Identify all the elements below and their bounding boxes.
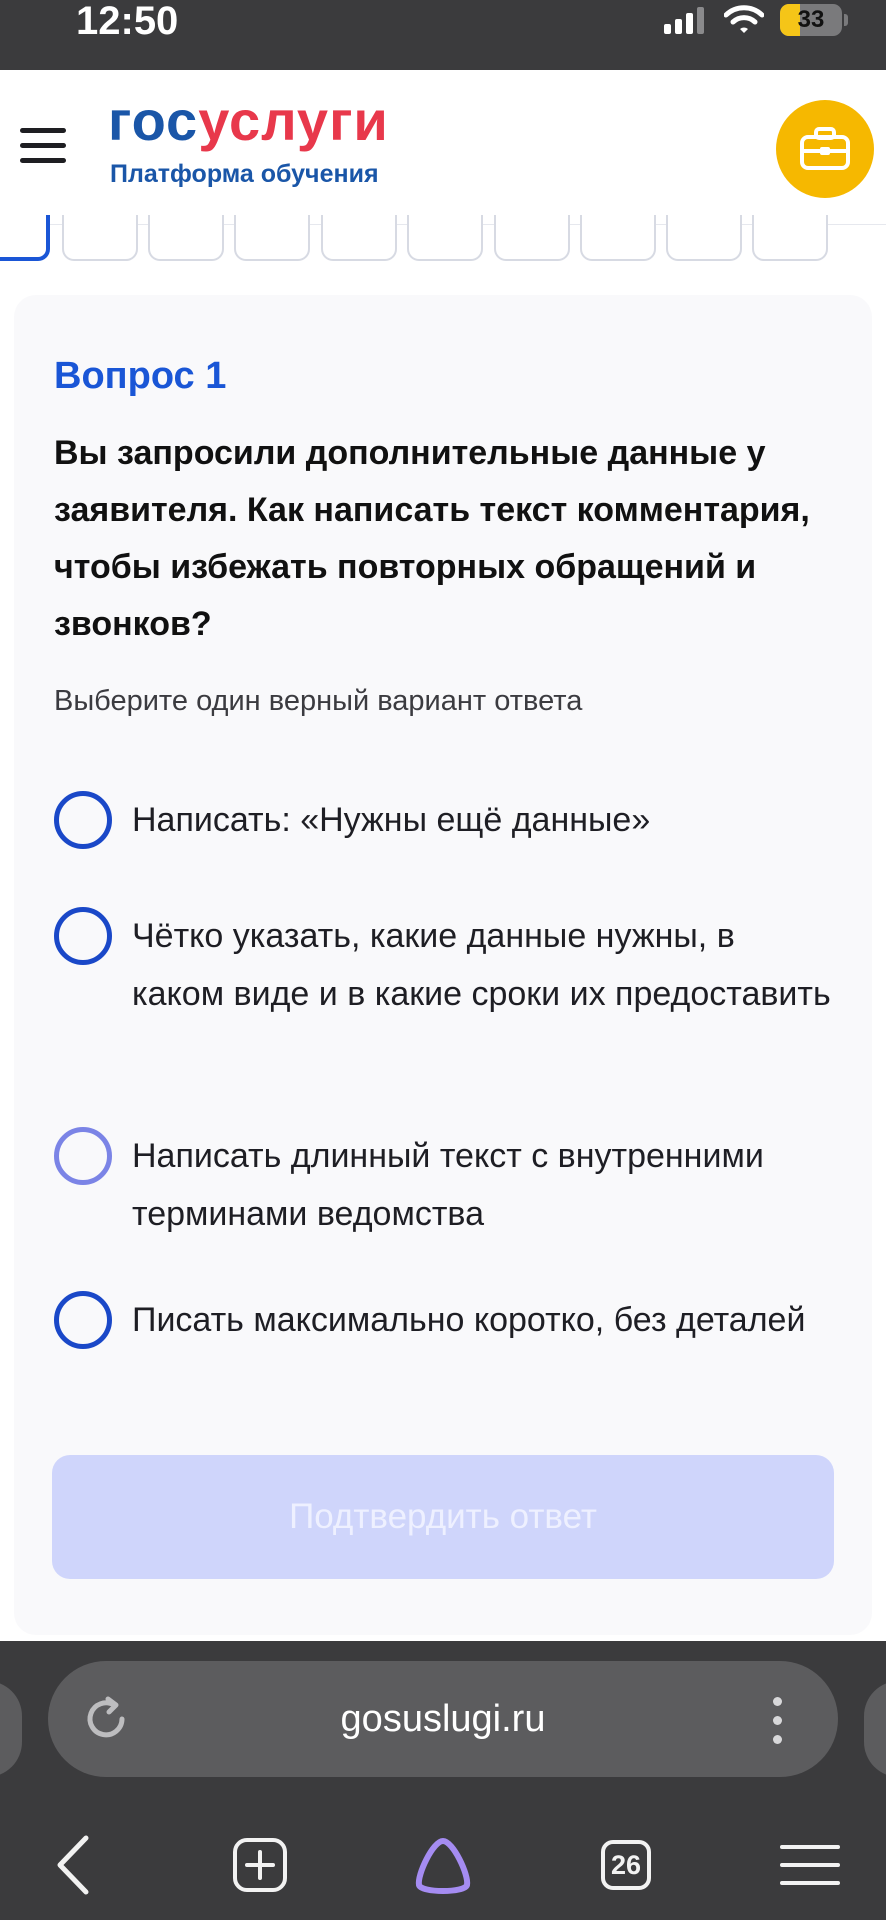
- new-tab-icon: [233, 1838, 287, 1892]
- answer-option-label: Писать максимально коротко, без деталей: [132, 1301, 806, 1339]
- page-root: 12:50 33 госуслуги Платформа обучения Во…: [0, 0, 886, 1920]
- next-tab-peek[interactable]: [864, 1681, 886, 1777]
- progress-step[interactable]: [321, 215, 397, 261]
- battery-tip: [844, 14, 848, 26]
- answer-option-label: Чётко указать, какие данные нужны, в как…: [132, 917, 831, 1013]
- status-icons: 33: [664, 4, 848, 36]
- answer-option-2[interactable]: Чётко указать, какие данные нужны, в как…: [54, 907, 844, 1023]
- reload-icon[interactable]: [78, 1691, 134, 1747]
- progress-step[interactable]: [407, 215, 483, 261]
- tab-count: 26: [610, 1849, 642, 1880]
- wifi-icon: [724, 5, 764, 33]
- radio-button[interactable]: [54, 1291, 112, 1349]
- question-card: Вопрос 1 Вы запросили дополнительные дан…: [14, 295, 872, 1635]
- content-area: Вопрос 1 Вы запросили дополнительные дан…: [0, 261, 886, 1641]
- alice-button[interactable]: [403, 1825, 483, 1905]
- address-bar[interactable]: gosuslugi.ru: [48, 1661, 838, 1777]
- more-vertical-icon[interactable]: [770, 1697, 784, 1745]
- battery-body: 33: [780, 4, 842, 36]
- alice-assistant-icon: [415, 1838, 471, 1894]
- battery-icon: 33: [780, 4, 848, 36]
- briefcase-button[interactable]: [776, 100, 874, 198]
- answer-option-4[interactable]: Писать максимально коротко, без деталей: [54, 1291, 844, 1349]
- radio-button[interactable]: [54, 791, 112, 849]
- battery-level: 33: [797, 6, 825, 33]
- browser-menu-button[interactable]: [770, 1825, 850, 1905]
- question-text: Вы запросили дополнительные данные у зая…: [54, 434, 810, 643]
- logo-part-uslugi: услуги: [198, 89, 389, 152]
- menu-icon: [780, 1845, 840, 1885]
- gosuslugi-logo[interactable]: госуслуги Платформа обучения: [108, 92, 389, 189]
- question-hint: Выберите один верный вариант ответа: [54, 685, 583, 717]
- back-arrow-icon: [57, 1835, 89, 1895]
- status-bar: 12:50 33: [0, 0, 886, 70]
- status-time: 12:50: [76, 0, 179, 43]
- tabs-icon: 26: [601, 1840, 651, 1890]
- url-text[interactable]: gosuslugi.ru: [48, 1661, 838, 1777]
- progress-step[interactable]: [494, 215, 570, 261]
- site-header: госуслуги Платформа обучения: [0, 70, 886, 225]
- cellular-signal-icon: [664, 7, 704, 34]
- answer-option-3[interactable]: Написать длинный текст с внутренними тер…: [54, 1127, 844, 1243]
- logo-part-gos: гос: [108, 89, 199, 152]
- previous-tab-peek[interactable]: [0, 1681, 22, 1777]
- progress-step[interactable]: [148, 215, 224, 261]
- new-tab-button[interactable]: [220, 1825, 300, 1905]
- logo-subtitle: Платформа обучения: [110, 160, 379, 188]
- radio-button[interactable]: [54, 907, 112, 965]
- hamburger-menu-icon[interactable]: [20, 128, 66, 168]
- browser-nav-row: 26: [0, 1817, 886, 1909]
- progress-step[interactable]: [62, 215, 138, 261]
- answer-option-1[interactable]: Написать: «Нужны ещё данные»: [54, 791, 844, 849]
- progress-step[interactable]: [752, 215, 828, 261]
- progress-step[interactable]: [666, 215, 742, 261]
- briefcase-icon: [800, 127, 850, 170]
- question-progress: [0, 215, 886, 261]
- answer-option-label: Написать длинный текст с внутренними тер…: [132, 1137, 764, 1233]
- confirm-answer-button[interactable]: Подтвердить ответ: [52, 1455, 834, 1579]
- tabs-button[interactable]: 26: [586, 1825, 666, 1905]
- progress-step[interactable]: [234, 215, 310, 261]
- question-number: Вопрос 1: [54, 355, 227, 397]
- progress-step-current[interactable]: [0, 215, 50, 261]
- progress-step[interactable]: [580, 215, 656, 261]
- answer-option-label: Написать: «Нужны ещё данные»: [132, 801, 651, 839]
- back-button[interactable]: [32, 1825, 112, 1905]
- radio-button[interactable]: [54, 1127, 112, 1185]
- browser-toolbar: gosuslugi.ru 26: [0, 1641, 886, 1920]
- logo-wordmark: госуслуги: [108, 92, 389, 150]
